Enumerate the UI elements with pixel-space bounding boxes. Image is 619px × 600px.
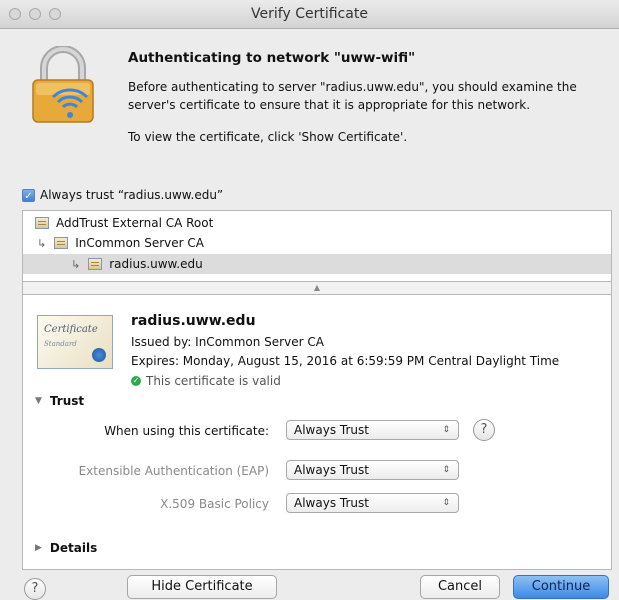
certificate-icon: Certificate Standard — [37, 315, 113, 369]
certificate-icon-script: Certificate — [44, 324, 98, 335]
checkbox-icon[interactable]: ✓ — [22, 188, 35, 202]
show-certificate-hint: To view the certificate, click 'Show Cer… — [128, 130, 408, 144]
window-title: Verify Certificate — [251, 6, 368, 22]
x509-value: Always Trust — [294, 496, 369, 510]
certificate-icon-sub: Standard — [44, 340, 77, 348]
help-button[interactable]: ? — [24, 578, 46, 600]
details-section-label: Details — [49, 541, 98, 555]
popup-arrows-icon: ⇕ — [442, 498, 450, 508]
certificate-icon — [88, 258, 103, 270]
split-view-handle[interactable]: ▲ — [22, 282, 612, 294]
cancel-button[interactable]: Cancel — [420, 575, 500, 599]
dialog-heading: Authenticating to network "uww-wifi" — [128, 50, 416, 66]
child-arrow-icon: ↳ — [37, 236, 47, 250]
when-using-popup[interactable]: Always Trust ⇕ — [286, 420, 459, 440]
certificate-issuer: Issued by: InCommon Server CA — [131, 335, 324, 349]
eap-popup[interactable]: Always Trust ⇕ — [286, 460, 459, 480]
trust-section-label: Trust — [49, 394, 85, 408]
chain-item-label: AddTrust External CA Root — [56, 216, 214, 230]
chain-item-leaf[interactable]: ↳ radius.uww.edu — [23, 254, 611, 274]
certificate-common-name: radius.uww.edu — [131, 313, 256, 329]
chain-item-label: InCommon Server CA — [75, 236, 204, 250]
eap-label: Extensible Authentication (EAP) — [78, 464, 269, 478]
disclosure-open-icon: ▼ — [35, 396, 42, 406]
chain-item-root[interactable]: AddTrust External CA Root — [23, 213, 611, 233]
popup-arrows-icon: ⇕ — [442, 465, 450, 475]
trust-help-button[interactable]: ? — [473, 419, 495, 441]
when-using-label: When using this certificate: — [104, 424, 269, 438]
certificate-status-label: This certificate is valid — [146, 374, 281, 388]
certificate-icon — [54, 237, 69, 249]
certificate-expiry: Expires: Monday, August 15, 2016 at 6:59… — [131, 354, 560, 368]
certificate-status: ✓ This certificate is valid — [131, 374, 281, 388]
chain-item-label: radius.uww.edu — [109, 257, 203, 271]
popup-arrows-icon: ⇕ — [442, 425, 450, 435]
certificate-chain-tree: AddTrust External CA Root ↳ InCommon Ser… — [22, 210, 612, 282]
always-trust-row[interactable]: ✓ Always trust “radius.uww.edu” — [22, 188, 223, 202]
certificate-detail-panel: Certificate Standard radius.uww.edu Issu… — [22, 294, 612, 570]
certificate-icon — [35, 217, 49, 229]
hide-certificate-button[interactable]: Hide Certificate — [127, 575, 277, 599]
x509-label: X.509 Basic Policy — [160, 497, 269, 511]
dialog-description: Before authenticating to server "radius.… — [128, 80, 577, 112]
continue-button[interactable]: Continue — [513, 575, 609, 599]
title-bar: Verify Certificate — [0, 0, 619, 29]
x509-popup[interactable]: Always Trust ⇕ — [286, 493, 459, 513]
chain-item-intermediate[interactable]: ↳ InCommon Server CA — [23, 233, 611, 253]
eap-value: Always Trust — [294, 463, 369, 477]
details-section-toggle[interactable]: ▶ Details — [35, 541, 97, 555]
lock-wifi-icon — [32, 46, 94, 123]
always-trust-label: Always trust “radius.uww.edu” — [40, 188, 224, 202]
seal-icon — [92, 348, 106, 362]
when-using-value: Always Trust — [294, 423, 369, 437]
disclosure-closed-icon: ▶ — [35, 543, 42, 553]
valid-check-icon: ✓ — [131, 376, 141, 386]
child-arrow-icon: ↳ — [71, 257, 81, 271]
trust-section-toggle[interactable]: ▼ Trust — [35, 394, 84, 408]
